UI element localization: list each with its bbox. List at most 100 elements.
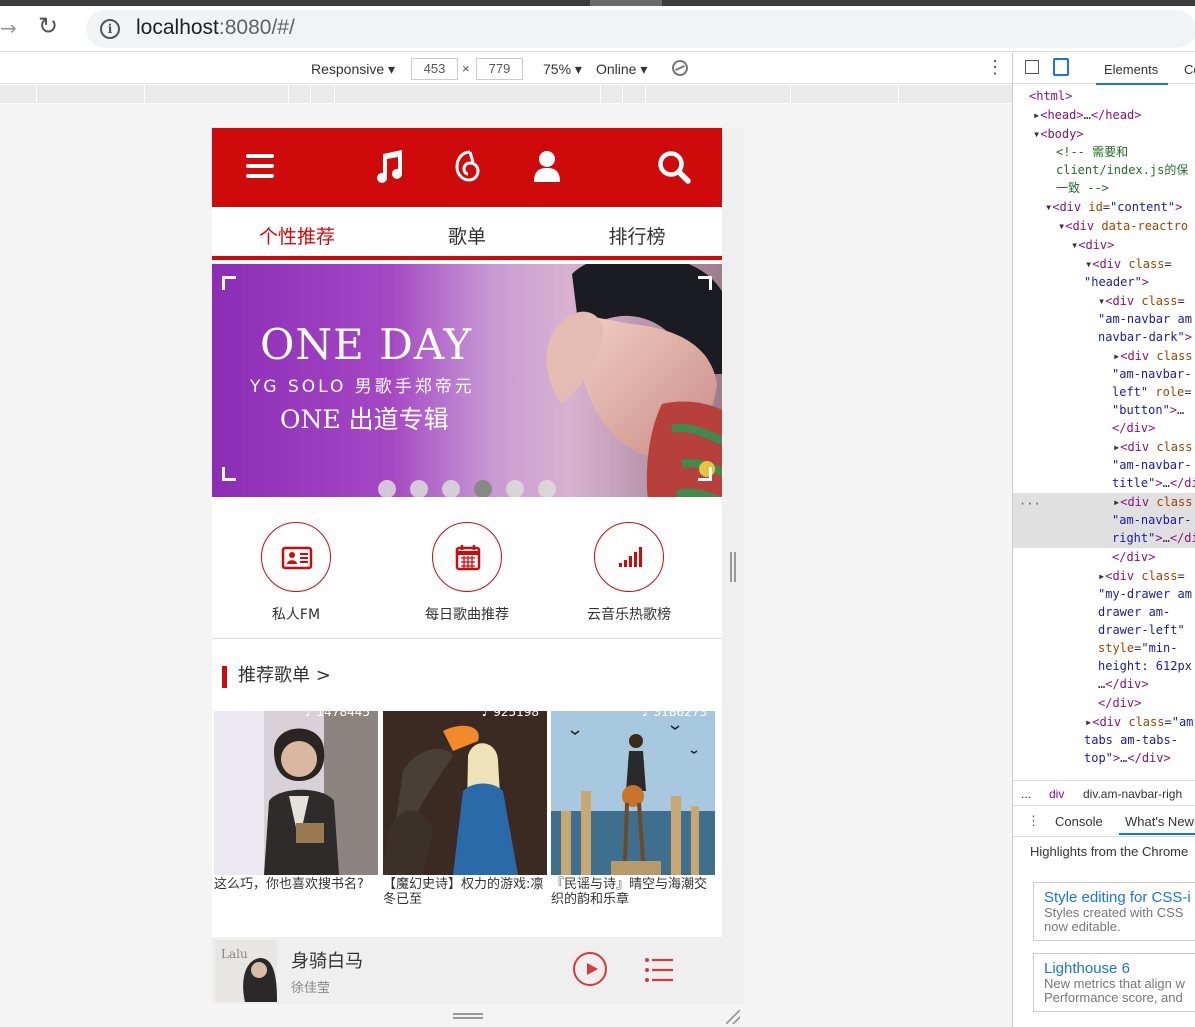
whats-new-card-title[interactable]: Style editing for CSS-i bbox=[1044, 889, 1192, 906]
play-count: ♪ 3186273 bbox=[642, 711, 707, 719]
dom-attr-value: right">…</di bbox=[1112, 531, 1195, 545]
quick-entry-hot[interactable]: 云音乐热歌榜 bbox=[554, 522, 704, 624]
playlist-icon[interactable] bbox=[644, 957, 674, 983]
dom-node[interactable]: ▸<head>…</head> bbox=[1033, 106, 1141, 124]
id-card-icon bbox=[261, 522, 331, 592]
dom-attr-value: "am-navbar- bbox=[1112, 458, 1192, 472]
dom-attr-value: drawer am- bbox=[1098, 605, 1171, 619]
carousel-dot[interactable] bbox=[474, 480, 492, 497]
search-icon[interactable] bbox=[657, 150, 691, 184]
dom-node-selected[interactable]: ▸<div class bbox=[1113, 493, 1192, 511]
user-icon[interactable] bbox=[534, 150, 560, 182]
banner-carousel[interactable]: ONE DAY YG SOLO 男歌手郑帝元 ONE 出道专辑 bbox=[212, 264, 722, 497]
dom-node[interactable]: ▸<div class bbox=[1113, 347, 1192, 365]
music-note-icon[interactable] bbox=[372, 150, 404, 184]
quick-entry-daily[interactable]: 每日歌曲推荐 bbox=[392, 522, 542, 624]
breadcrumb-div[interactable]: div bbox=[1049, 785, 1064, 803]
inspect-element-icon[interactable] bbox=[1025, 60, 1039, 74]
playlist-title: 『民谣与诗』晴空与海潮交织的韵和乐章 bbox=[551, 877, 708, 907]
playlist-card[interactable]: ♪ 3186273 『民谣与诗』晴空与海潮交织的韵和乐章 bbox=[551, 711, 715, 907]
dom-node[interactable]: ▾<div class= bbox=[1098, 292, 1185, 310]
address-bar[interactable]: i localhost:8080/#/ bbox=[86, 10, 1195, 48]
dom-node[interactable]: ▸<div class= bbox=[1098, 567, 1185, 585]
play-count: ♪ 1478445 bbox=[305, 711, 370, 719]
breadcrumb-selected[interactable]: div.am-navbar-righ bbox=[1083, 785, 1182, 803]
dom-node[interactable]: ▸<div class bbox=[1113, 438, 1192, 456]
whats-new-heading: Highlights from the Chrome bbox=[1030, 844, 1189, 859]
play-button[interactable] bbox=[573, 952, 607, 986]
device-toggle-icon[interactable] bbox=[1053, 58, 1069, 76]
playlist-title: 【魔幻史诗】权力的游戏:凛冬已至 bbox=[383, 877, 544, 907]
tab-elements[interactable]: Elements bbox=[1095, 62, 1169, 85]
playlist-card[interactable]: ♪ 1478445 这么巧，你也喜欢搜书名? bbox=[214, 711, 378, 892]
carousel-dot[interactable] bbox=[506, 480, 524, 497]
device-toolbar: Responsive ▾ 453 × 779 75% ▾ Online ▾ ⋮ bbox=[0, 53, 1012, 84]
dom-attr-value: left" role= bbox=[1112, 385, 1192, 399]
dom-node[interactable]: ▸<div class="am bbox=[1085, 713, 1193, 731]
quick-entry-label: 云音乐热歌榜 bbox=[587, 607, 671, 623]
playlist-card[interactable]: ♪ 925198 【魔幻史诗】权力的游戏:凛冬已至 bbox=[383, 711, 547, 907]
whats-new-card-desc: now editable. bbox=[1044, 919, 1121, 934]
dom-attr-value: title">…</di bbox=[1112, 476, 1195, 490]
song-title: 身骑白马 bbox=[291, 951, 363, 972]
whats-new-card[interactable]: Lighthouse 6 New metrics that align w Pe… bbox=[1033, 953, 1195, 1012]
netease-logo-icon[interactable] bbox=[452, 148, 482, 184]
menu-icon[interactable] bbox=[246, 154, 274, 178]
node-actions-icon[interactable]: ··· bbox=[1019, 495, 1041, 513]
banner-album: ONE 出道专辑 bbox=[280, 405, 449, 434]
site-info-icon[interactable]: i bbox=[100, 19, 120, 39]
svg-text:Lalu: Lalu bbox=[221, 947, 248, 961]
dom-node[interactable]: ▾<body> bbox=[1033, 125, 1084, 143]
width-input[interactable]: 453 bbox=[411, 58, 458, 80]
dom-node[interactable]: ▾<div id="content"> bbox=[1045, 198, 1182, 216]
drawer-menu-icon[interactable]: ⋮ bbox=[1027, 812, 1040, 830]
quick-entry-fm[interactable]: 私人FM bbox=[221, 522, 371, 624]
mini-player[interactable]: Lalu 身骑白马 徐佳莹 bbox=[212, 937, 722, 1004]
carousel-dot[interactable] bbox=[378, 480, 396, 497]
dom-close-tag: </div> bbox=[1112, 421, 1156, 435]
network-throttle-select[interactable]: Online ▾ bbox=[596, 61, 647, 78]
device-select[interactable]: Responsive ▾ bbox=[311, 61, 395, 78]
dom-node[interactable]: ▾<div data-reactro bbox=[1058, 217, 1188, 235]
resize-handle-corner[interactable] bbox=[726, 1010, 740, 1024]
dom-node[interactable]: ▾<div class= bbox=[1085, 255, 1172, 273]
whats-new-card-title[interactable]: Lighthouse 6 bbox=[1044, 960, 1192, 977]
resize-handle-right[interactable] bbox=[730, 552, 736, 582]
dom-comment: client/index.js的保 bbox=[1056, 163, 1189, 177]
dom-attr-value: style="min- bbox=[1098, 641, 1178, 655]
zoom-select[interactable]: 75% ▾ bbox=[543, 61, 582, 78]
playlist-cover: ♪ 925198 bbox=[383, 711, 547, 875]
section-title-recommended[interactable]: 推荐歌单 > bbox=[222, 665, 331, 689]
media-query-ruler[interactable] bbox=[0, 85, 1012, 103]
dom-node[interactable]: ▾<div> bbox=[1071, 236, 1114, 254]
whats-new-card-desc: Performance score, and bbox=[1044, 990, 1183, 1005]
rotate-icon[interactable] bbox=[669, 57, 691, 79]
drawer-tab-whats-new[interactable]: What's New bbox=[1119, 813, 1195, 835]
url-text[interactable]: localhost:8080/#/ bbox=[136, 16, 295, 40]
banner-corner-mark bbox=[222, 276, 236, 290]
height-input[interactable]: 779 bbox=[476, 58, 523, 80]
tab-playlists[interactable]: 歌单 bbox=[382, 222, 552, 249]
calendar-icon bbox=[432, 522, 502, 592]
dom-node[interactable]: <html> bbox=[1029, 87, 1072, 105]
breadcrumb-more[interactable]: ... bbox=[1021, 785, 1031, 803]
carousel-dot[interactable] bbox=[442, 480, 460, 497]
banner-corner-mark bbox=[222, 467, 236, 481]
tab-console[interactable]: Co bbox=[1184, 62, 1195, 77]
dom-attr-value: "am-navbar- bbox=[1112, 367, 1192, 381]
reload-icon[interactable]: ↻ bbox=[38, 12, 58, 40]
quick-entries: 私人FM 每日歌曲推荐 云音乐热歌榜 bbox=[212, 497, 722, 639]
quick-entry-label: 私人FM bbox=[271, 607, 321, 623]
dom-comment: 一致 --> bbox=[1056, 181, 1109, 195]
carousel-dot[interactable] bbox=[410, 480, 428, 497]
tab-rankings[interactable]: 排行榜 bbox=[552, 222, 722, 249]
forward-arrow-icon[interactable]: → bbox=[0, 16, 17, 40]
carousel-dot[interactable] bbox=[538, 480, 556, 497]
more-options-icon[interactable]: ⋮ bbox=[986, 57, 1004, 78]
tab-recommend[interactable]: 个性推荐 bbox=[212, 222, 382, 249]
banner-artist-photo bbox=[546, 264, 722, 497]
drawer-tab-console[interactable]: Console bbox=[1055, 813, 1103, 831]
dom-comment[interactable]: <!-- 需要和 bbox=[1056, 143, 1128, 161]
whats-new-card[interactable]: Style editing for CSS-i Styles created w… bbox=[1033, 882, 1195, 941]
resize-handle-bottom[interactable] bbox=[453, 1013, 483, 1019]
